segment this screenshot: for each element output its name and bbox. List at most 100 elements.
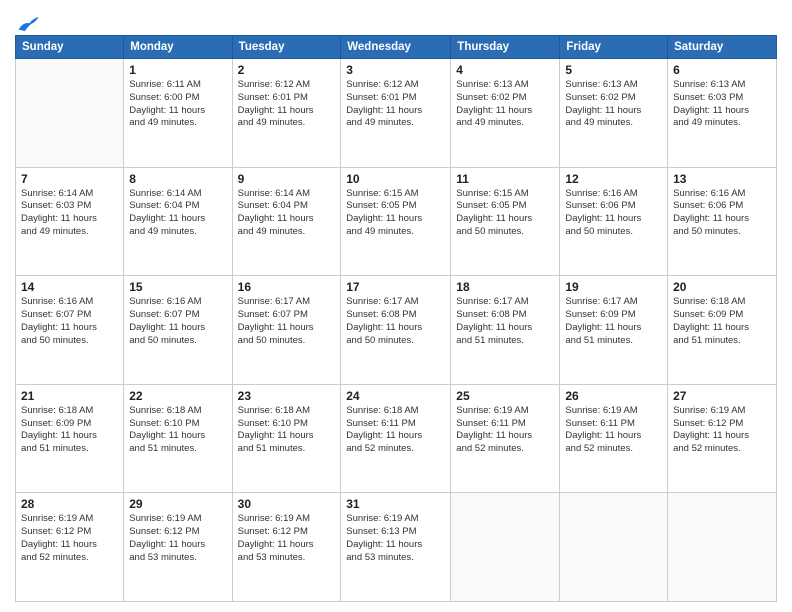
- day-number: 22: [129, 389, 226, 403]
- day-number: 23: [238, 389, 336, 403]
- day-info: Sunrise: 6:19 AM Sunset: 6:12 PM Dayligh…: [673, 405, 771, 456]
- calendar-cell: 5 Sunrise: 6:13 AM Sunset: 6:02 PM Daylig…: [560, 59, 668, 168]
- calendar-cell: 10 Sunrise: 6:15 AM Sunset: 6:05 PM Dayli…: [341, 167, 451, 276]
- day-number: 9: [238, 172, 336, 186]
- calendar-cell: 15 Sunrise: 6:16 AM Sunset: 6:07 PM Dayli…: [124, 276, 232, 385]
- day-info: Sunrise: 6:19 AM Sunset: 6:12 PM Dayligh…: [129, 513, 226, 564]
- day-number: 15: [129, 280, 226, 294]
- day-info: Sunrise: 6:19 AM Sunset: 6:11 PM Dayligh…: [456, 405, 554, 456]
- weekday-header-monday: Monday: [124, 36, 232, 59]
- calendar-cell: 17 Sunrise: 6:17 AM Sunset: 6:08 PM Dayli…: [341, 276, 451, 385]
- calendar-cell: 29 Sunrise: 6:19 AM Sunset: 6:12 PM Dayli…: [124, 493, 232, 602]
- day-number: 4: [456, 63, 554, 77]
- day-info: Sunrise: 6:13 AM Sunset: 6:02 PM Dayligh…: [565, 79, 662, 130]
- day-number: 11: [456, 172, 554, 186]
- day-number: 5: [565, 63, 662, 77]
- week-row-2: 7 Sunrise: 6:14 AM Sunset: 6:03 PM Daylig…: [16, 167, 777, 276]
- weekday-header-friday: Friday: [560, 36, 668, 59]
- day-info: Sunrise: 6:14 AM Sunset: 6:04 PM Dayligh…: [238, 188, 336, 239]
- day-info: Sunrise: 6:12 AM Sunset: 6:01 PM Dayligh…: [238, 79, 336, 130]
- day-number: 20: [673, 280, 771, 294]
- week-row-5: 28 Sunrise: 6:19 AM Sunset: 6:12 PM Dayli…: [16, 493, 777, 602]
- day-info: Sunrise: 6:19 AM Sunset: 6:12 PM Dayligh…: [238, 513, 336, 564]
- day-number: 30: [238, 497, 336, 511]
- week-row-1: 1 Sunrise: 6:11 AM Sunset: 6:00 PM Daylig…: [16, 59, 777, 168]
- day-number: 1: [129, 63, 226, 77]
- day-number: 31: [346, 497, 445, 511]
- calendar-cell: 31 Sunrise: 6:19 AM Sunset: 6:13 PM Dayli…: [341, 493, 451, 602]
- day-info: Sunrise: 6:17 AM Sunset: 6:08 PM Dayligh…: [456, 296, 554, 347]
- day-number: 27: [673, 389, 771, 403]
- calendar-header: SundayMondayTuesdayWednesdayThursdayFrid…: [16, 36, 777, 59]
- calendar-cell: [16, 59, 124, 168]
- day-info: Sunrise: 6:17 AM Sunset: 6:08 PM Dayligh…: [346, 296, 445, 347]
- page: SundayMondayTuesdayWednesdayThursdayFrid…: [0, 0, 792, 612]
- day-number: 28: [21, 497, 118, 511]
- calendar-cell: 21Sunrise: 6:18 AM Sunset: 6:09 PM Dayli…: [16, 384, 124, 493]
- calendar-cell: 25Sunrise: 6:19 AM Sunset: 6:11 PM Dayli…: [451, 384, 560, 493]
- day-number: 16: [238, 280, 336, 294]
- day-info: Sunrise: 6:11 AM Sunset: 6:00 PM Dayligh…: [129, 79, 226, 130]
- calendar-cell: 8 Sunrise: 6:14 AM Sunset: 6:04 PM Daylig…: [124, 167, 232, 276]
- calendar-body: 1 Sunrise: 6:11 AM Sunset: 6:00 PM Daylig…: [16, 59, 777, 602]
- day-info: Sunrise: 6:17 AM Sunset: 6:07 PM Dayligh…: [238, 296, 336, 347]
- logo-name: [15, 15, 39, 33]
- calendar-cell: 24Sunrise: 6:18 AM Sunset: 6:11 PM Dayli…: [341, 384, 451, 493]
- calendar-cell: 26Sunrise: 6:19 AM Sunset: 6:11 PM Dayli…: [560, 384, 668, 493]
- calendar-cell: 19 Sunrise: 6:17 AM Sunset: 6:09 PM Dayli…: [560, 276, 668, 385]
- calendar-table: SundayMondayTuesdayWednesdayThursdayFrid…: [15, 35, 777, 602]
- logo: [15, 10, 39, 27]
- day-info: Sunrise: 6:19 AM Sunset: 6:12 PM Dayligh…: [21, 513, 118, 564]
- day-number: 17: [346, 280, 445, 294]
- day-info: Sunrise: 6:13 AM Sunset: 6:03 PM Dayligh…: [673, 79, 771, 130]
- day-info: Sunrise: 6:16 AM Sunset: 6:07 PM Dayligh…: [129, 296, 226, 347]
- day-info: Sunrise: 6:15 AM Sunset: 6:05 PM Dayligh…: [346, 188, 445, 239]
- calendar-cell: 3Sunrise: 6:12 AM Sunset: 6:01 PM Daylig…: [341, 59, 451, 168]
- weekday-header-wednesday: Wednesday: [341, 36, 451, 59]
- calendar-cell: 14Sunrise: 6:16 AM Sunset: 6:07 PM Dayli…: [16, 276, 124, 385]
- day-info: Sunrise: 6:16 AM Sunset: 6:07 PM Dayligh…: [21, 296, 118, 347]
- day-number: 7: [21, 172, 118, 186]
- day-info: Sunrise: 6:14 AM Sunset: 6:04 PM Dayligh…: [129, 188, 226, 239]
- calendar-cell: 2 Sunrise: 6:12 AM Sunset: 6:01 PM Daylig…: [232, 59, 341, 168]
- calendar-cell: 20Sunrise: 6:18 AM Sunset: 6:09 PM Dayli…: [668, 276, 777, 385]
- day-number: 13: [673, 172, 771, 186]
- day-info: Sunrise: 6:16 AM Sunset: 6:06 PM Dayligh…: [565, 188, 662, 239]
- header: [15, 10, 777, 27]
- week-row-4: 21Sunrise: 6:18 AM Sunset: 6:09 PM Dayli…: [16, 384, 777, 493]
- calendar-cell: 28 Sunrise: 6:19 AM Sunset: 6:12 PM Dayli…: [16, 493, 124, 602]
- week-row-3: 14Sunrise: 6:16 AM Sunset: 6:07 PM Dayli…: [16, 276, 777, 385]
- day-info: Sunrise: 6:18 AM Sunset: 6:10 PM Dayligh…: [129, 405, 226, 456]
- day-number: 29: [129, 497, 226, 511]
- weekday-header-tuesday: Tuesday: [232, 36, 341, 59]
- calendar-cell: 7 Sunrise: 6:14 AM Sunset: 6:03 PM Daylig…: [16, 167, 124, 276]
- calendar-cell: [451, 493, 560, 602]
- calendar-cell: 18 Sunrise: 6:17 AM Sunset: 6:08 PM Dayli…: [451, 276, 560, 385]
- weekday-header-thursday: Thursday: [451, 36, 560, 59]
- weekday-header-row: SundayMondayTuesdayWednesdayThursdayFrid…: [16, 36, 777, 59]
- day-info: Sunrise: 6:17 AM Sunset: 6:09 PM Dayligh…: [565, 296, 662, 347]
- day-number: 24: [346, 389, 445, 403]
- calendar-cell: 16 Sunrise: 6:17 AM Sunset: 6:07 PM Dayli…: [232, 276, 341, 385]
- calendar-cell: [668, 493, 777, 602]
- day-number: 2: [238, 63, 336, 77]
- calendar-cell: 6Sunrise: 6:13 AM Sunset: 6:03 PM Daylig…: [668, 59, 777, 168]
- calendar-cell: 22 Sunrise: 6:18 AM Sunset: 6:10 PM Dayli…: [124, 384, 232, 493]
- calendar-cell: 4 Sunrise: 6:13 AM Sunset: 6:02 PM Daylig…: [451, 59, 560, 168]
- day-info: Sunrise: 6:13 AM Sunset: 6:02 PM Dayligh…: [456, 79, 554, 130]
- day-number: 18: [456, 280, 554, 294]
- day-info: Sunrise: 6:12 AM Sunset: 6:01 PM Dayligh…: [346, 79, 445, 130]
- calendar-cell: [560, 493, 668, 602]
- day-number: 12: [565, 172, 662, 186]
- calendar-cell: 13 Sunrise: 6:16 AM Sunset: 6:06 PM Dayli…: [668, 167, 777, 276]
- day-info: Sunrise: 6:14 AM Sunset: 6:03 PM Dayligh…: [21, 188, 118, 239]
- day-number: 19: [565, 280, 662, 294]
- calendar-cell: 27 Sunrise: 6:19 AM Sunset: 6:12 PM Dayli…: [668, 384, 777, 493]
- day-number: 10: [346, 172, 445, 186]
- day-info: Sunrise: 6:19 AM Sunset: 6:13 PM Dayligh…: [346, 513, 445, 564]
- day-info: Sunrise: 6:16 AM Sunset: 6:06 PM Dayligh…: [673, 188, 771, 239]
- calendar-cell: 11 Sunrise: 6:15 AM Sunset: 6:05 PM Dayli…: [451, 167, 560, 276]
- calendar-cell: 23Sunrise: 6:18 AM Sunset: 6:10 PM Dayli…: [232, 384, 341, 493]
- day-number: 8: [129, 172, 226, 186]
- day-info: Sunrise: 6:15 AM Sunset: 6:05 PM Dayligh…: [456, 188, 554, 239]
